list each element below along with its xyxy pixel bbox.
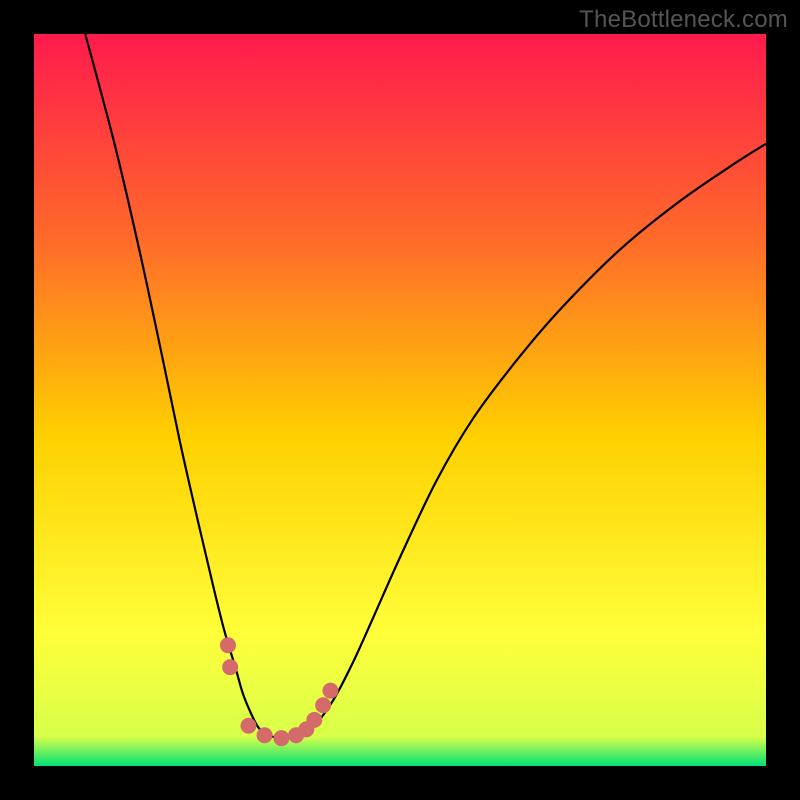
marker-dot — [273, 730, 289, 746]
marker-dot — [306, 712, 322, 728]
marker-dot — [222, 659, 238, 675]
marker-dot — [220, 637, 236, 653]
gradient-background — [34, 34, 766, 766]
marker-dot — [322, 683, 338, 699]
chart-frame: TheBottleneck.com — [0, 0, 800, 800]
chart-svg — [34, 34, 766, 766]
marker-dot — [257, 727, 273, 743]
marker-dot — [315, 697, 331, 713]
marker-dot — [240, 718, 256, 734]
watermark-text: TheBottleneck.com — [579, 6, 788, 34]
plot-area — [34, 34, 766, 766]
